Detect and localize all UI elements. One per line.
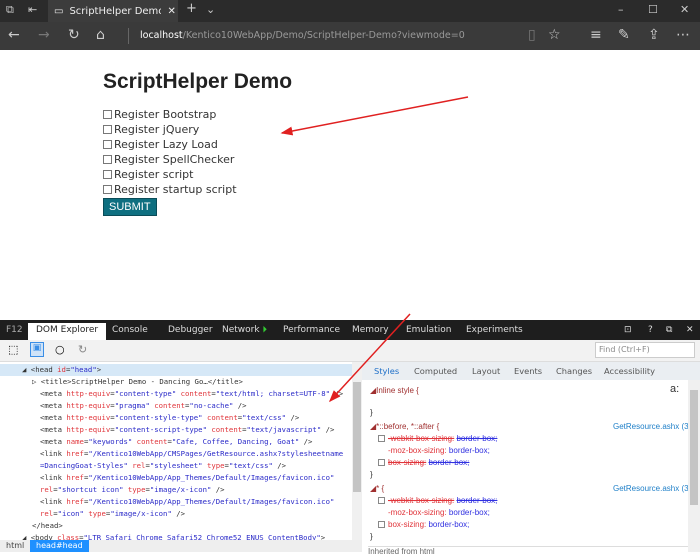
new-tab-icon[interactable]: + — [186, 1, 197, 16]
style-prop[interactable]: box-sizing: border-box; — [378, 520, 469, 529]
dom-node-line[interactable]: <meta name="keywords" content="Cafe, Cof… — [40, 436, 312, 448]
help-icon[interactable]: ? — [648, 325, 653, 335]
forward-icon[interactable]: → — [38, 27, 50, 43]
inline-style-rule: ◢Inline style { — [370, 386, 419, 395]
dom-node-line[interactable]: rel="shortcut icon" type="image/x-icon" … — [40, 484, 225, 496]
checkbox-spellchecker[interactable]: Register SpellChecker — [103, 153, 234, 166]
tab-experiments[interactable]: Experiments — [466, 325, 523, 335]
dom-node-line[interactable]: </head> — [32, 520, 63, 532]
tab-debugger[interactable]: Debugger — [168, 325, 213, 335]
tab-layout[interactable]: Layout — [472, 366, 500, 376]
tab-emulation[interactable]: Emulation — [406, 325, 451, 335]
refresh-dom-icon[interactable]: ↻ — [78, 343, 87, 356]
tabs-aside-icon[interactable]: ⧉ — [6, 3, 14, 17]
dom-tree: ◢ <head id="head"> ▷ <title>ScriptHelper … — [0, 362, 352, 542]
find-input[interactable]: Find (Ctrl+F) — [595, 342, 695, 358]
title-bar: ⧉ ⇤ ▭ ScriptHelper Demo - Da ✕ + ⌄ – ☐ ✕ — [0, 0, 700, 22]
source-link[interactable]: GetResource.ashx (3) — [613, 422, 691, 431]
page-content: ScriptHelper Demo Register Bootstrap Reg… — [0, 50, 700, 320]
style-prop[interactable]: -moz-box-sizing: border-box; — [388, 446, 490, 455]
close-tab-icon[interactable]: ✕ — [167, 6, 175, 17]
f12-label: F12 — [6, 325, 23, 335]
undock-icon[interactable]: ⧉ — [666, 325, 672, 335]
minimize-icon[interactable]: – — [618, 3, 624, 16]
checkbox-script[interactable]: Register script — [103, 168, 193, 181]
style-prop[interactable]: -webkit-box-sizing: border-box; — [378, 434, 497, 443]
dom-scrollbar[interactable] — [352, 362, 362, 540]
dom-node-line[interactable]: <link href="/Kentico10WebApp/App_Themes/… — [40, 496, 334, 508]
record-icon: ⏵ — [262, 325, 267, 335]
back-icon[interactable]: ← — [8, 27, 20, 43]
style-prop[interactable]: -webkit-box-sizing: border-box; — [378, 496, 497, 505]
page-icon: ▭ — [54, 5, 64, 17]
submit-button[interactable]: SUBMIT — [103, 198, 157, 216]
rule-before-after: ◢*::before, *::after { — [370, 422, 440, 431]
breadcrumb-head[interactable]: head#head — [30, 540, 89, 552]
dom-node-line[interactable]: <meta http-equiv="content-type" content=… — [40, 388, 343, 400]
tab-network[interactable]: Network ⏵ — [222, 325, 267, 335]
share-icon[interactable]: ⇪ — [648, 27, 660, 43]
select-element-icon[interactable]: ⬚ — [8, 343, 18, 356]
set-tabs-aside-icon[interactable]: ⇤ — [28, 3, 37, 16]
checkbox-bootstrap[interactable]: Register Bootstrap — [103, 108, 216, 121]
tab-dom-explorer[interactable]: DOM Explorer — [28, 323, 107, 340]
url-host: localhost — [140, 30, 183, 41]
tab-accessibility[interactable]: Accessibility — [604, 366, 655, 376]
tab-changes[interactable]: Changes — [556, 366, 592, 376]
dom-node-line[interactable]: <meta http-equiv="content-style-type" co… — [40, 412, 299, 424]
dom-toolbar: ⬚ ▣ ○ ↻ Find (Ctrl+F) — [0, 340, 700, 362]
checkbox-jquery[interactable]: Register jQuery — [103, 123, 199, 136]
styles-tab-bar: Styles Computed Layout Events Changes Ac… — [362, 362, 700, 380]
checkbox-startup-script[interactable]: Register startup script — [103, 183, 237, 196]
dom-node-line[interactable]: <meta http-equiv="pragma" content="no-ca… — [40, 400, 247, 412]
close-window-icon[interactable]: ✕ — [680, 3, 689, 16]
tab-performance[interactable]: Performance — [283, 325, 340, 335]
chevron-down-icon[interactable]: ⌄ — [206, 3, 215, 16]
home-icon[interactable]: ⌂ — [96, 27, 105, 43]
rule-universal: ◢* { — [370, 484, 385, 493]
url-input[interactable]: localhost/Kentico10WebApp/Demo/ScriptHel… — [140, 30, 465, 41]
dom-node-line[interactable]: rel="icon" type="image/x-icon" /> — [40, 508, 185, 520]
web-note-icon[interactable]: ✎ — [618, 27, 630, 43]
maximize-icon[interactable]: ☐ — [648, 3, 658, 16]
breadcrumb: html head#head — [0, 540, 362, 552]
styles-scrollbar[interactable] — [688, 380, 700, 552]
dom-node-line[interactable]: ▷ <title>ScriptHelper Demo - Dancing Go…… — [32, 376, 243, 388]
hub-icon[interactable]: ≡ — [590, 27, 602, 43]
devtools-tab-bar: F12 DOM Explorer Console Debugger Networ… — [0, 320, 700, 340]
inherited-header: Inherited from html — [368, 546, 688, 556]
dom-node-line[interactable]: ◢ <head id="head"> — [0, 364, 352, 376]
tab-title: ScriptHelper Demo - Da — [69, 5, 162, 17]
close-devtools-icon[interactable]: ✕ — [686, 325, 694, 335]
url-path: /Kentico10WebApp/Demo/ScriptHelper-Demo?… — [182, 30, 465, 41]
dom-node-line[interactable]: <link href="/Kentico10WebApp/CMSPages/Ge… — [40, 448, 343, 460]
checkbox-lazy-load[interactable]: Register Lazy Load — [103, 138, 218, 151]
page-title: ScriptHelper Demo — [103, 70, 293, 93]
address-bar: ← → ↻ ⌂ localhost/Kentico10WebApp/Demo/S… — [0, 22, 700, 50]
styles-pane: ◢Inline style { a: } ◢*::before, *::afte… — [368, 383, 692, 556]
dom-node-line[interactable]: <link href="/Kentico10WebApp/App_Themes/… — [40, 472, 334, 484]
style-prop[interactable]: -moz-box-sizing: border-box; — [388, 508, 490, 517]
reading-view-icon[interactable]: ▯ — [528, 27, 536, 43]
source-link[interactable]: GetResource.ashx (3) — [613, 484, 691, 493]
browser-tab[interactable]: ▭ ScriptHelper Demo - Da ✕ — [48, 0, 178, 22]
tab-events[interactable]: Events — [514, 366, 542, 376]
refresh-icon[interactable]: ↻ — [68, 27, 80, 43]
pseudo-state-icon[interactable]: a: — [670, 383, 679, 395]
tab-styles[interactable]: Styles — [374, 366, 399, 376]
tab-console[interactable]: Console — [112, 325, 148, 335]
tab-computed[interactable]: Computed — [414, 366, 457, 376]
console-toggle-icon[interactable]: ⊡ — [624, 325, 632, 335]
breadcrumb-html[interactable]: html — [6, 541, 24, 550]
favorite-star-icon[interactable]: ☆ — [548, 27, 561, 43]
highlight-element-icon[interactable]: ▣ — [30, 342, 44, 357]
more-icon[interactable]: ⋯ — [676, 27, 690, 43]
color-picker-icon[interactable]: ○ — [55, 343, 65, 356]
dom-node-line[interactable]: <meta http-equiv="content-script-type" c… — [40, 424, 334, 436]
dom-node-line[interactable]: =DancingGoat-Styles" rel="stylesheet" ty… — [40, 460, 286, 472]
tab-memory[interactable]: Memory — [352, 325, 389, 335]
style-prop[interactable]: box-sizing: border-box; — [378, 458, 469, 467]
